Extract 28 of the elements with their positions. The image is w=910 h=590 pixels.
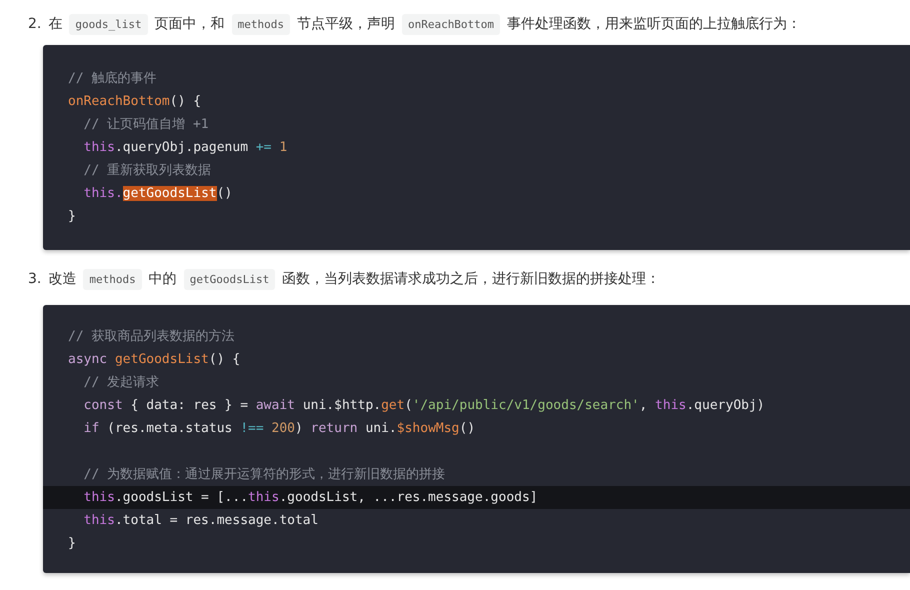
step-text: 在 bbox=[48, 15, 62, 33]
inline-code: getGoodsList bbox=[184, 268, 276, 290]
code-line: // 重新获取列表数据 bbox=[82, 162, 212, 180]
step-number: 2. bbox=[28, 16, 42, 32]
step-text: 函数，当列表数据请求成功之后，进行新旧数据的拼接处理： bbox=[282, 270, 660, 288]
code-line: this.total = res.message.total bbox=[82, 512, 320, 530]
code-line: // 触底的事件 bbox=[67, 70, 158, 88]
code-line: // 发起请求 bbox=[82, 374, 160, 392]
code-line: if (res.meta.status !== 200) return uni.$showMsg() bbox=[82, 420, 476, 438]
step-text: 中的 bbox=[148, 270, 177, 288]
inline-code: methods bbox=[83, 268, 142, 290]
code-line: } bbox=[67, 208, 77, 226]
step-text: 页面中，和 bbox=[154, 15, 225, 33]
code-line: this.queryObj.pagenum += 1 bbox=[82, 139, 288, 157]
code-line: // 为数据赋值：通过展开运算符的形式，进行新旧数据的拼接 bbox=[82, 466, 446, 484]
step-text: 节点平级，声明 bbox=[296, 15, 395, 33]
inline-code: goods_list bbox=[69, 14, 148, 34]
inline-code: onReachBottom bbox=[402, 14, 500, 34]
step-text: 改造 bbox=[48, 270, 76, 288]
step-text: 事件处理函数，用来监听页面的上拉触底行为： bbox=[507, 15, 802, 33]
step-number: 3. bbox=[28, 271, 42, 287]
code-line: // 让页码值自增 +1 bbox=[82, 116, 210, 134]
code-line: const { data: res } = await uni.$http.get('/api/public/v1/goods/search', this.queryObj) bbox=[82, 397, 766, 415]
inline-code: methods bbox=[232, 14, 290, 34]
code-line: async getGoodsList() { bbox=[67, 351, 242, 369]
code-line: // 获取商品列表数据的方法 bbox=[67, 328, 236, 346]
code-line: onReachBottom() { bbox=[67, 93, 202, 111]
code-line: } bbox=[67, 535, 77, 553]
